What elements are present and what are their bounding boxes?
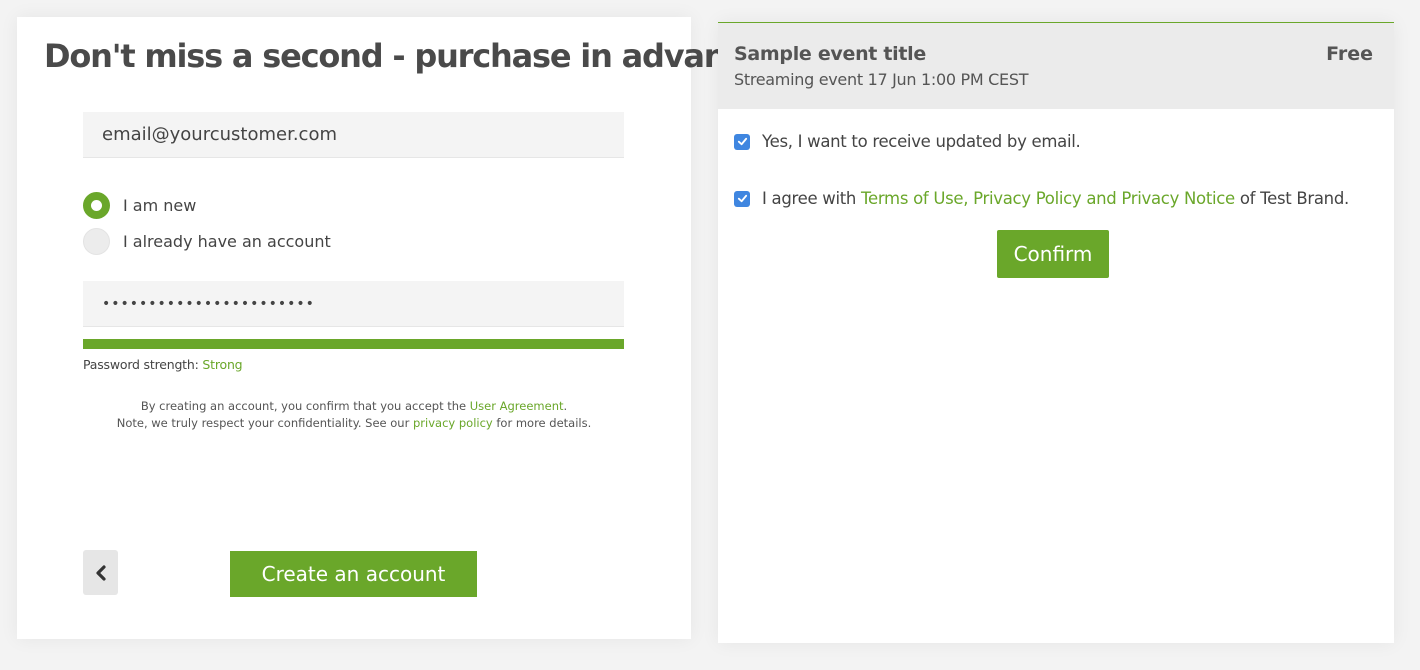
password-strength-bar [83,339,624,349]
radio-label-existing: I already have an account [123,232,331,251]
checkmark-icon [737,137,747,146]
event-price: Free [1326,43,1373,65]
legal-text: Note, we truly respect your confidential… [116,416,410,430]
password-input[interactable] [83,281,624,327]
password-strength-text: Password strength: Strong [83,357,243,372]
legal-notice: By creating an account, you confirm that… [17,398,691,432]
terms-privacy-link[interactable]: Terms of Use, Privacy Policy and Privacy… [861,189,1235,208]
checkmark-icon [737,194,747,203]
radio-label-new: I am new [123,196,197,215]
checkbox-label-updates: Yes, I want to receive updated by email. [762,132,1081,151]
password-strength-value: Strong [202,357,243,372]
event-panel: Sample event title Free Streaming event … [718,22,1394,643]
checkbox-label-terms-suffix: of Test Brand. [1239,189,1349,208]
checkbox-checked[interactable] [734,133,750,150]
legal-text: By creating an account, you confirm that… [140,399,467,413]
create-account-button[interactable]: Create an account [230,551,477,597]
legal-text: . [563,399,568,413]
radio-i-am-new[interactable]: I am new [83,192,196,219]
chevron-left-icon [95,564,106,581]
signup-panel: Don't miss a second - purchase in advanc… [17,17,765,639]
password-strength-label: Password strength: [83,357,199,372]
password-strength-fill [83,339,624,349]
event-title: Sample event title [734,43,926,65]
checkbox-terms-agreement[interactable]: I agree with Terms of Use, Privacy Polic… [734,189,1349,208]
confirm-button[interactable]: Confirm [997,230,1109,278]
email-input[interactable] [83,112,624,158]
event-header: Sample event title Free Streaming event … [718,23,1394,109]
event-subtitle: Streaming event 17 Jun 1:00 PM CEST [734,70,1029,89]
privacy-policy-link[interactable]: privacy policy [413,416,493,430]
legal-line-1: By creating an account, you confirm that… [17,398,691,415]
checkbox-checked[interactable] [734,190,750,207]
user-agreement-link[interactable]: User Agreement [470,399,564,413]
radio-have-account[interactable]: I already have an account [83,228,331,255]
legal-text: for more details. [496,416,592,430]
legal-line-2: Note, we truly respect your confidential… [17,415,691,432]
checkbox-label-terms-prefix: I agree with [762,189,857,208]
radio-button-unchecked[interactable] [83,228,110,255]
radio-button-checked[interactable] [83,192,110,219]
page-title: Don't miss a second - purchase in advanc… [44,37,765,75]
checkbox-email-updates[interactable]: Yes, I want to receive updated by email. [734,132,1081,151]
back-button[interactable] [83,550,118,595]
